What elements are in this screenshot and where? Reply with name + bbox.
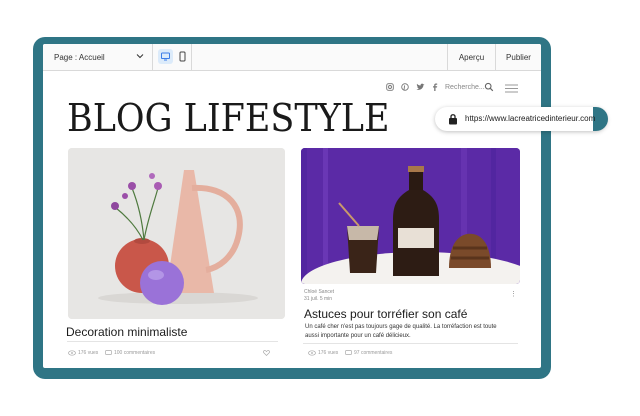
desktop-icon: [161, 52, 170, 61]
menu-icon[interactable]: [504, 84, 519, 93]
search-icon[interactable]: [484, 82, 494, 92]
twitter-icon[interactable]: [416, 83, 425, 91]
page-selector-label: Page : Accueil: [54, 52, 105, 62]
mobile-view-button[interactable]: [175, 49, 190, 64]
post-author[interactable]: Chloé Sancet: [304, 289, 334, 295]
pinterest-icon[interactable]: [401, 83, 409, 91]
eye-icon: [68, 350, 76, 356]
chevron-down-icon: [136, 54, 144, 59]
mobile-icon: [179, 51, 186, 62]
editor-screen: Page : Accueil Aperçu Publier Recherche.…: [43, 44, 541, 368]
instagram-icon[interactable]: [386, 83, 394, 91]
comment-icon: [345, 350, 352, 355]
preview-button[interactable]: Aperçu: [447, 44, 495, 70]
blog-title: BLOG LIFESTYLE: [67, 96, 390, 140]
post-excerpt: Un café cher n'est pas toujours gage de …: [305, 324, 497, 339]
device-switcher: [153, 44, 192, 70]
views-count: 176 vues: [78, 350, 99, 356]
views-count: 176 vues: [318, 350, 339, 356]
site-url[interactable]: https://www.lacreatricedinterieur.com: [465, 114, 595, 123]
post-image-coffee[interactable]: [301, 148, 520, 284]
heart-icon[interactable]: [263, 350, 270, 356]
desktop-view-button[interactable]: [158, 49, 173, 64]
search-input[interactable]: Recherche...: [445, 84, 485, 91]
divider: [67, 341, 278, 342]
lock-icon: [449, 114, 457, 125]
vases-illustration: [68, 148, 285, 319]
eye-icon: [308, 350, 316, 356]
post-title[interactable]: Astuces pour torréfier son café: [304, 307, 467, 321]
comments-count: 97 commentaires: [354, 350, 393, 356]
facebook-icon[interactable]: [432, 83, 438, 91]
url-badge: https://www.lacreatricedinterieur.com: [435, 107, 608, 131]
coffee-illustration: [301, 148, 520, 284]
post-title[interactable]: Decoration minimaliste: [66, 325, 187, 339]
social-links: [386, 83, 438, 91]
comments-count: 100 commentaires: [114, 350, 156, 356]
page-selector[interactable]: Page : Accueil: [43, 44, 153, 70]
comment-icon: [105, 350, 112, 355]
publish-button[interactable]: Publier: [495, 44, 541, 70]
divider: [303, 343, 518, 344]
editor-toolbar: Page : Accueil Aperçu Publier: [43, 44, 541, 71]
post-image-vases[interactable]: [68, 148, 285, 319]
more-options-icon[interactable]: ⋮: [510, 290, 517, 298]
post-date: 31 juil. 5 min: [304, 296, 333, 302]
